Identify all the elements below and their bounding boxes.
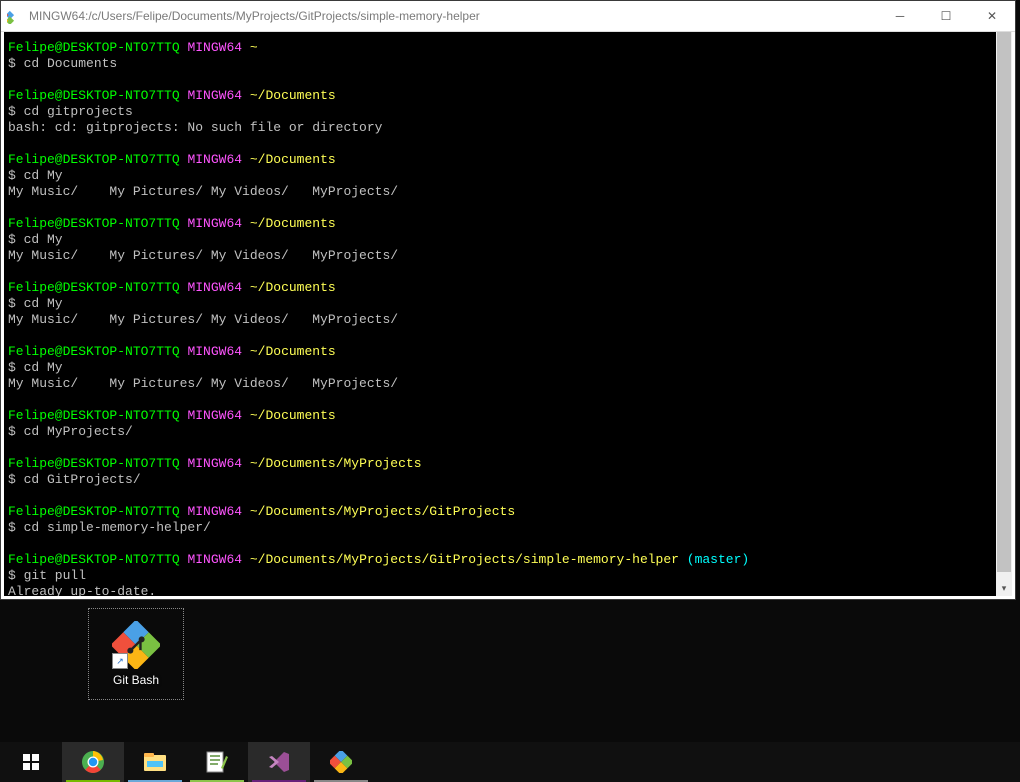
prompt-path: ~	[250, 40, 258, 55]
window-controls: ─ ☐ ✕	[877, 1, 1015, 31]
prompt-env: MINGW64	[187, 280, 242, 295]
taskbar-notepadpp[interactable]	[186, 742, 248, 782]
prompt-env: MINGW64	[187, 344, 242, 359]
prompt-path: ~/Documents/MyProjects	[250, 456, 422, 471]
prompt-env: MINGW64	[187, 504, 242, 519]
command-line: $ cd My	[8, 168, 992, 184]
command-output: My Music/ My Pictures/ My Videos/ MyProj…	[8, 248, 992, 264]
prompt-path: ~/Documents/MyProjects/GitProjects/simpl…	[250, 552, 679, 567]
prompt-branch: (master)	[687, 552, 749, 567]
command-output: My Music/ My Pictures/ My Videos/ MyProj…	[8, 184, 992, 200]
prompt-user: Felipe@DESKTOP-NTO7TTQ	[8, 408, 180, 423]
minimize-button[interactable]: ─	[877, 1, 923, 31]
git-bash-icon: ↗	[112, 621, 160, 669]
prompt-env: MINGW64	[187, 408, 242, 423]
prompt-env: MINGW64	[187, 456, 242, 471]
command-line: $ cd My	[8, 232, 992, 248]
prompt-path: ~/Documents	[250, 280, 336, 295]
command-line: $ cd GitProjects/	[8, 472, 992, 488]
vertical-scrollbar[interactable]: ▴ ▾	[996, 32, 1012, 596]
prompt-env: MINGW64	[187, 216, 242, 231]
command-output: My Music/ My Pictures/ My Videos/ MyProj…	[8, 376, 992, 392]
prompt-user: Felipe@DESKTOP-NTO7TTQ	[8, 504, 180, 519]
command-line: $ cd MyProjects/	[8, 424, 992, 440]
prompt-user: Felipe@DESKTOP-NTO7TTQ	[8, 552, 180, 567]
command-line: $ cd My	[8, 296, 992, 312]
titlebar[interactable]: MINGW64:/c/Users/Felipe/Documents/MyProj…	[1, 1, 1015, 32]
scroll-down-arrow[interactable]: ▾	[996, 580, 1012, 596]
command-line: $ cd Documents	[8, 56, 992, 72]
app-icon	[7, 8, 23, 24]
prompt-user: Felipe@DESKTOP-NTO7TTQ	[8, 456, 180, 471]
git-bash-window: MINGW64:/c/Users/Felipe/Documents/MyProj…	[0, 0, 1016, 600]
command-output: Already up-to-date.	[8, 584, 992, 596]
prompt-env: MINGW64	[187, 88, 242, 103]
scrollbar-thumb[interactable]	[997, 32, 1011, 572]
prompt-user: Felipe@DESKTOP-NTO7TTQ	[8, 152, 180, 167]
taskbar-chrome[interactable]	[62, 742, 124, 782]
shortcut-overlay-icon: ↗	[112, 653, 128, 669]
command-line: $ cd gitprojects	[8, 104, 992, 120]
close-button[interactable]: ✕	[969, 1, 1015, 31]
prompt-path: ~/Documents	[250, 408, 336, 423]
desktop-icon-git-bash[interactable]: ↗ Git Bash	[88, 608, 184, 700]
prompt-env: MINGW64	[187, 40, 242, 55]
terminal-output[interactable]: Felipe@DESKTOP-NTO7TTQ MINGW64 ~$ cd Doc…	[4, 32, 996, 596]
prompt-user: Felipe@DESKTOP-NTO7TTQ	[8, 88, 180, 103]
prompt-path: ~/Documents	[250, 344, 336, 359]
prompt-user: Felipe@DESKTOP-NTO7TTQ	[8, 280, 180, 295]
command-line: $ cd simple-memory-helper/	[8, 520, 992, 536]
prompt-env: MINGW64	[187, 552, 242, 567]
prompt-path: ~/Documents	[250, 152, 336, 167]
start-button[interactable]	[0, 742, 62, 782]
prompt-user: Felipe@DESKTOP-NTO7TTQ	[8, 216, 180, 231]
prompt-path: ~/Documents/MyProjects/GitProjects	[250, 504, 515, 519]
taskbar-visualstudio[interactable]	[248, 742, 310, 782]
command-line: $ git pull	[8, 568, 992, 584]
command-output: My Music/ My Pictures/ My Videos/ MyProj…	[8, 312, 992, 328]
maximize-button[interactable]: ☐	[923, 1, 969, 31]
desktop-icon-label: Git Bash	[113, 673, 159, 687]
prompt-path: ~/Documents	[250, 216, 336, 231]
window-title: MINGW64:/c/Users/Felipe/Documents/MyProj…	[29, 9, 877, 23]
taskbar-explorer[interactable]	[124, 742, 186, 782]
prompt-path: ~/Documents	[250, 88, 336, 103]
taskbar	[0, 742, 1020, 782]
prompt-user: Felipe@DESKTOP-NTO7TTQ	[8, 40, 180, 55]
prompt-env: MINGW64	[187, 152, 242, 167]
command-line: $ cd My	[8, 360, 992, 376]
command-output: bash: cd: gitprojects: No such file or d…	[8, 120, 992, 136]
prompt-user: Felipe@DESKTOP-NTO7TTQ	[8, 344, 180, 359]
taskbar-gitbash[interactable]	[310, 742, 372, 782]
